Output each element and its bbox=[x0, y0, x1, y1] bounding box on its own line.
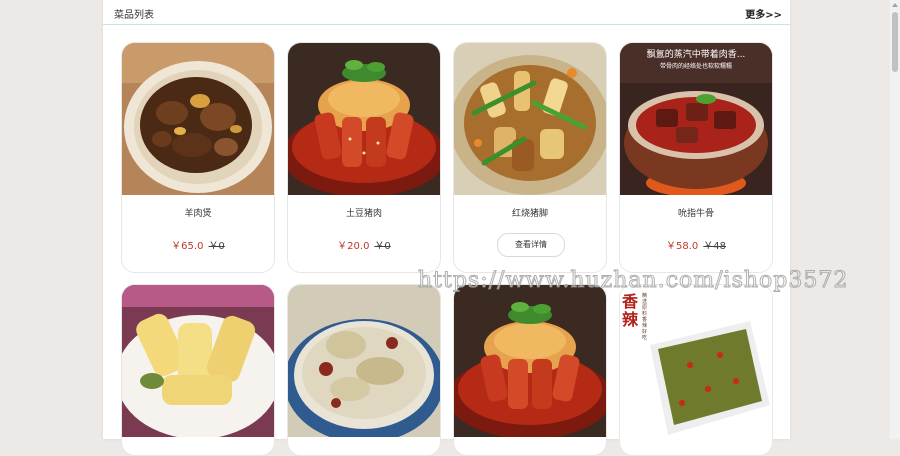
photo-caption: 香辣 bbox=[622, 292, 639, 329]
price-line: ￥20.0 ￥0 bbox=[288, 237, 440, 252]
dish-price: ￥58.0 bbox=[666, 241, 699, 252]
dish-photo[interactable] bbox=[288, 43, 440, 195]
price-line: ￥58.0 ￥48 bbox=[620, 237, 772, 252]
dish-photo[interactable]: 香辣 精选原料 香辣好吃 bbox=[620, 285, 772, 437]
dish-card[interactable] bbox=[287, 284, 441, 456]
dish-card[interactable]: 香辣 精选原料 香辣好吃 bbox=[619, 284, 773, 456]
dish-original-price: ￥0 bbox=[374, 241, 391, 252]
dish-photo[interactable] bbox=[288, 285, 440, 437]
dish-photo[interactable] bbox=[122, 285, 274, 437]
dish-card-potato-pork[interactable]: 土豆猪肉 ￥20.0 ￥0 bbox=[287, 42, 441, 273]
dish-card-beef-bones[interactable]: 飘氲的蒸汽中带着肉香... 带骨肉的经络处也软软糯糯 吮指牛骨 ￥58.0 ￥48 bbox=[619, 42, 773, 273]
page-scrollbar[interactable] bbox=[890, 0, 900, 439]
dish-card[interactable] bbox=[121, 284, 275, 456]
price-line: ￥65.0 ￥0 bbox=[122, 237, 274, 252]
view-details-button[interactable]: 查看详情 bbox=[497, 233, 565, 257]
photo-caption: 精选原料 香辣好吃 bbox=[642, 293, 648, 341]
dish-photo[interactable] bbox=[454, 43, 606, 195]
watermark: https://www.huzhan.com/ishop3572 bbox=[417, 268, 849, 294]
more-link[interactable]: 更多>> bbox=[745, 6, 782, 21]
photo-caption: 飘氲的蒸汽中带着肉香... bbox=[646, 50, 746, 60]
dish-photo[interactable]: 飘氲的蒸汽中带着肉香... 带骨肉的经络处也软软糯糯 bbox=[620, 43, 772, 195]
dish-name: 红烧猪脚 bbox=[511, 209, 548, 219]
dish-name: 吮指牛骨 bbox=[677, 209, 714, 219]
dish-name: 羊肉煲 bbox=[184, 209, 212, 219]
dish-original-price: ￥48 bbox=[703, 241, 726, 252]
dish-photo[interactable] bbox=[122, 43, 274, 195]
dish-photo[interactable] bbox=[454, 285, 606, 437]
dish-card-braised-trotters[interactable]: 红烧猪脚 查看详情 bbox=[453, 42, 607, 273]
scroll-up-arrow-icon[interactable] bbox=[892, 3, 898, 7]
scrollbar-thumb[interactable] bbox=[892, 12, 898, 72]
dish-original-price: ￥0 bbox=[208, 241, 225, 252]
panel-header: 菜品列表 更多>> bbox=[103, 0, 790, 25]
dish-name: 土豆猪肉 bbox=[345, 209, 382, 219]
dish-price: ￥65.0 bbox=[171, 241, 204, 252]
dish-card-lamb-pot[interactable]: 羊肉煲 ￥65.0 ￥0 bbox=[121, 42, 275, 273]
dish-price: ￥20.0 bbox=[337, 241, 370, 252]
dish-list-panel: 菜品列表 更多>> 羊肉煲 ￥65.0 ￥0 土豆猪肉 ￥20.0 ￥0 红烧猪… bbox=[103, 0, 790, 456]
panel-title: 菜品列表 bbox=[114, 10, 154, 21]
dish-card[interactable] bbox=[453, 284, 607, 456]
photo-caption: 带骨肉的经络处也软软糯糯 bbox=[659, 63, 732, 70]
